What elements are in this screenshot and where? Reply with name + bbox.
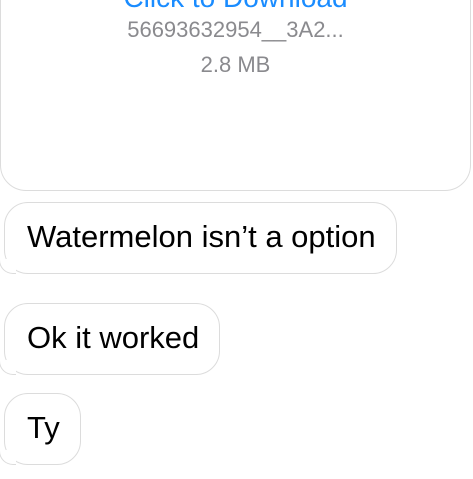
message-bubble[interactable]: Ok it worked	[0, 303, 221, 375]
attachment-file-name: 56693632954__3A2...	[127, 17, 344, 42]
attachment-file-size: 2.8 MB	[200, 52, 271, 77]
message-text: Ty	[27, 410, 60, 445]
file-attachment-bubble[interactable]: Click to Download 56693632954__3A2... 2.…	[0, 0, 471, 191]
message-text: Ok it worked	[27, 320, 200, 355]
bubble-tail	[0, 360, 16, 375]
bubble-tail	[0, 450, 16, 465]
message-bubble[interactable]: Ty	[0, 393, 81, 465]
message-bubble[interactable]: Watermelon isn’t a option	[0, 202, 397, 274]
message-text: Watermelon isn’t a option	[27, 219, 376, 254]
download-link[interactable]: Click to Download	[1, 0, 470, 15]
message-thread: Click to Download 56693632954__3A2... 2.…	[0, 0, 473, 479]
bubble-tail	[0, 259, 16, 274]
